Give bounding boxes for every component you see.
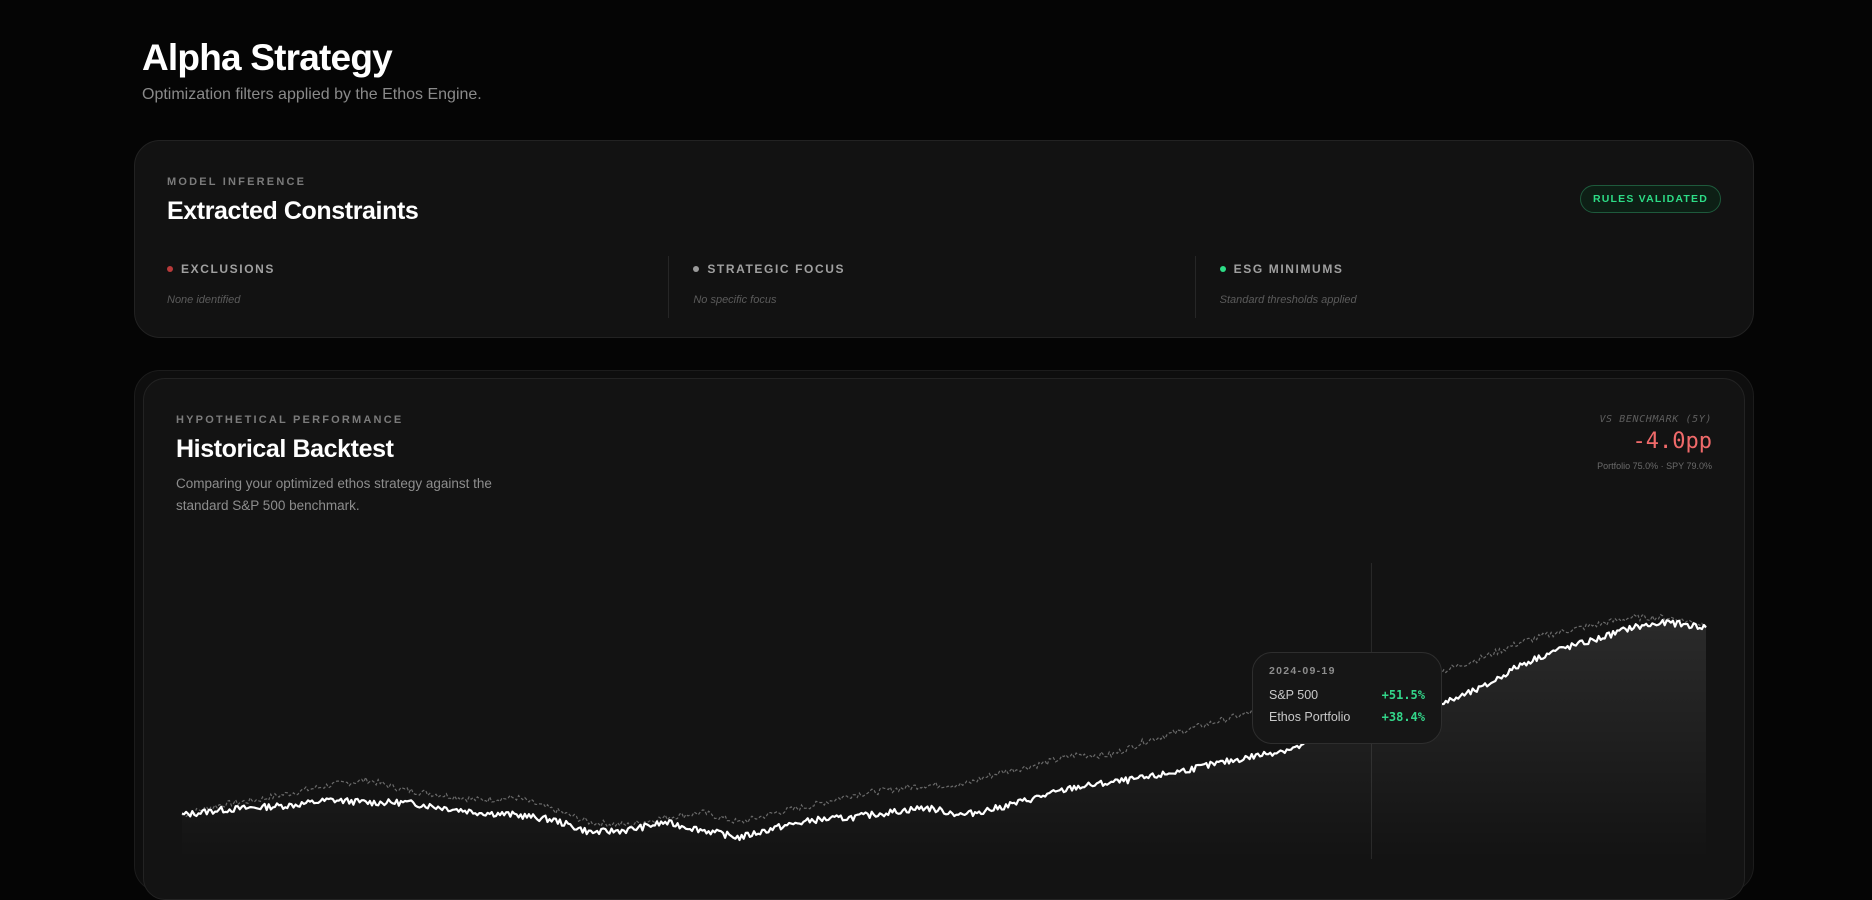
chart-tooltip: 2024-09-19 S&P 500 +51.5% Ethos Portfoli… xyxy=(1252,652,1442,744)
backtest-chart[interactable] xyxy=(0,0,1872,859)
tooltip-row-sp500: S&P 500 +51.5% xyxy=(1269,688,1425,702)
tooltip-sp500-value: +51.5% xyxy=(1381,688,1425,702)
tooltip-portfolio-value: +38.4% xyxy=(1381,710,1425,724)
tooltip-row-portfolio: Ethos Portfolio +38.4% xyxy=(1269,710,1425,724)
tooltip-portfolio-label: Ethos Portfolio xyxy=(1269,710,1351,724)
tooltip-date: 2024-09-19 xyxy=(1269,665,1336,677)
tooltip-sp500-label: S&P 500 xyxy=(1269,688,1319,702)
portfolio-area xyxy=(182,620,1706,859)
